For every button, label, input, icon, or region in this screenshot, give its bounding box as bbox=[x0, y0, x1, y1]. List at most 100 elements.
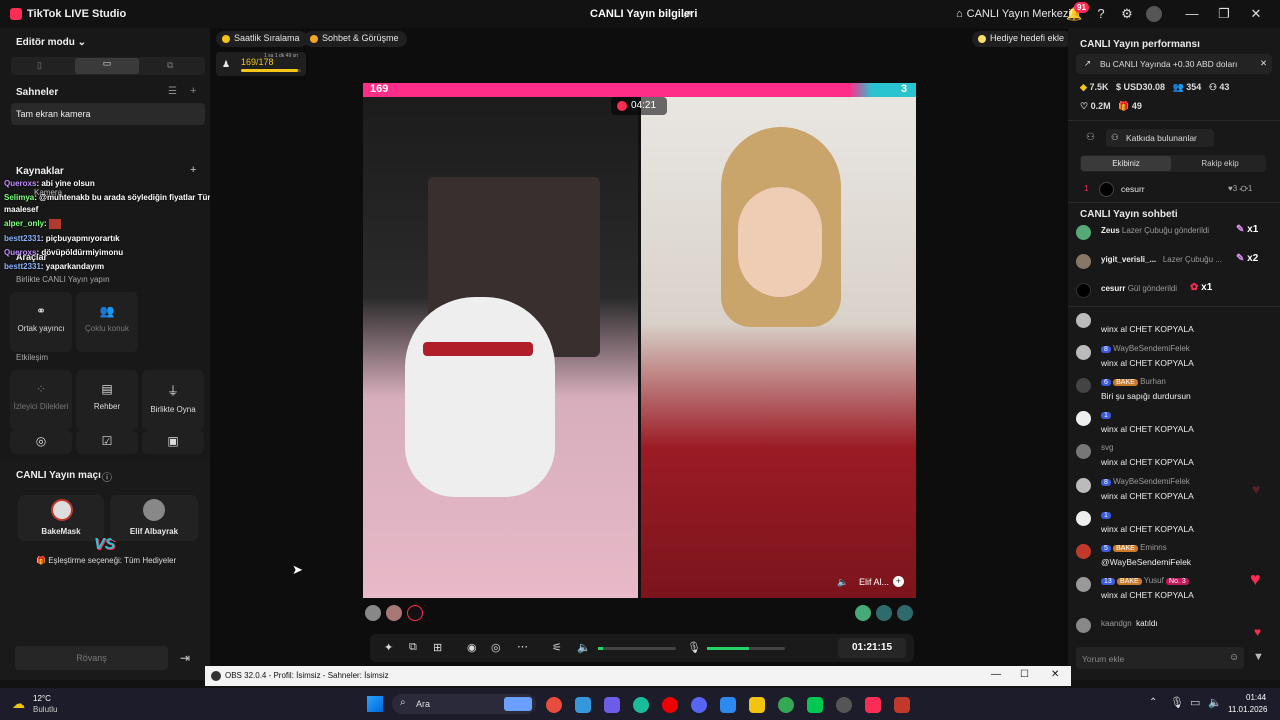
target-tool-button[interactable]: ◎ bbox=[10, 430, 72, 454]
tab-our-team[interactable]: Ekibiniz bbox=[1081, 156, 1171, 171]
speaker-tray-icon[interactable]: 🔈 bbox=[1208, 696, 1222, 709]
help-icon[interactable]: ? bbox=[1093, 6, 1109, 22]
gift-goal-button[interactable]: Hediye hedefi ekle bbox=[972, 31, 1073, 47]
co-host-button[interactable]: ⚭ Ortak yayıncı bbox=[10, 292, 72, 352]
mail-icon[interactable] bbox=[720, 697, 736, 713]
screen-icon[interactable]: ⊞ bbox=[433, 641, 442, 654]
obs-window-titlebar[interactable]: OBS 32.0.4 - Profil: İsimsiz - Sahneler:… bbox=[205, 666, 1071, 686]
discord-icon[interactable] bbox=[691, 697, 707, 713]
filter-icon[interactable]: ▼ bbox=[1253, 651, 1264, 663]
more-icon[interactable]: ⋯ bbox=[517, 640, 528, 653]
hourly-rank-button[interactable]: Saatlik Sıralama bbox=[216, 31, 308, 47]
mic-slider[interactable] bbox=[707, 647, 785, 650]
display-icon[interactable]: ▭ bbox=[1190, 696, 1200, 709]
media-player-icon[interactable] bbox=[894, 697, 910, 713]
landscape-layout-icon[interactable]: ▭ bbox=[75, 58, 139, 74]
guide-button[interactable]: ▤ Rehber bbox=[76, 370, 138, 430]
poll-tool-button[interactable]: ☑ bbox=[76, 430, 138, 454]
minimize-icon[interactable]: — bbox=[1184, 6, 1200, 22]
rival-gifter-avatar[interactable] bbox=[855, 605, 871, 621]
emoji-icon[interactable]: ☺ bbox=[1229, 652, 1239, 663]
chevron-up-icon[interactable]: ⌃ bbox=[1149, 697, 1157, 708]
app-icon[interactable] bbox=[807, 697, 823, 713]
microphone-icon[interactable]: 🎙 bbox=[687, 641, 701, 654]
rematch-button[interactable]: Rövanş bbox=[15, 646, 168, 670]
gear-icon[interactable]: ⚙ bbox=[1119, 6, 1135, 22]
contributors-button[interactable]: ⚇ Katkıda bulunanlar bbox=[1106, 129, 1214, 147]
skull-mask bbox=[405, 297, 555, 497]
top-gifter-avatar[interactable] bbox=[386, 605, 402, 621]
gift-icon: ⛮ bbox=[1239, 184, 1248, 193]
player1-name: BakeMask bbox=[41, 527, 81, 536]
capture-icon[interactable]: ◎ bbox=[491, 641, 501, 654]
magic-wand-icon[interactable]: ✦ bbox=[384, 641, 393, 654]
overlay-chat-line: Queroxs: abi yine olsun bbox=[4, 179, 95, 188]
portrait-layout-icon[interactable]: ▯ bbox=[37, 60, 42, 71]
weather-icon[interactable]: ☁ bbox=[12, 696, 25, 712]
viewer-wishes-button[interactable]: ⁘ İzleyici Dilekleri bbox=[10, 370, 72, 430]
volume-slider[interactable] bbox=[598, 647, 676, 650]
windows-start-icon[interactable] bbox=[367, 696, 383, 712]
multi-guest-button[interactable]: 👥 Çoklu konuk bbox=[76, 292, 138, 352]
play-together-button[interactable]: ⏚ Birlikte Oyna bbox=[142, 370, 204, 430]
teams-icon[interactable] bbox=[604, 697, 620, 713]
store-icon[interactable] bbox=[575, 697, 591, 713]
gift-count-text: x2 bbox=[1247, 253, 1259, 264]
taskbar-search[interactable]: ⌕ Ara bbox=[392, 694, 536, 714]
microphone-tray-icon[interactable]: 🎙 bbox=[1170, 696, 1184, 709]
match-option[interactable]: 🎁 Eşleştirme seçeneği: Tüm Hediyeler bbox=[36, 556, 176, 565]
add-scene-icon[interactable]: + bbox=[190, 85, 196, 97]
scene-item[interactable]: Tam ekran kamera bbox=[11, 103, 205, 125]
chat-text: winx al CHET KOPYALA bbox=[1101, 358, 1194, 368]
group-icon: ⚇ bbox=[1111, 132, 1119, 142]
overlay-chat-line: bestt2331: piçbuyapmıyorartık bbox=[4, 234, 120, 243]
overlay-chat-user: Selimya bbox=[4, 193, 35, 202]
user-edit-icon[interactable]: ⚇ bbox=[1086, 132, 1095, 143]
tiktok-icon[interactable] bbox=[865, 697, 881, 713]
guide-label: Rehber bbox=[93, 402, 121, 411]
maximize-icon[interactable]: ☐ bbox=[1020, 669, 1029, 680]
list-icon[interactable]: ☰ bbox=[168, 86, 177, 97]
folder-icon[interactable] bbox=[749, 697, 765, 713]
rank-hearts: 3 bbox=[1232, 184, 1238, 193]
opera-icon[interactable] bbox=[662, 697, 678, 713]
goal-progress-widget[interactable]: ♟ 169/178 1 sa 1 dk 49 sn bbox=[216, 52, 306, 76]
rotate-layout-icon[interactable]: ⧉ bbox=[167, 60, 173, 71]
rank-user[interactable]: cesurr bbox=[1121, 184, 1145, 194]
minimize-icon[interactable]: — bbox=[991, 669, 1001, 680]
top-gifter-avatar[interactable] bbox=[407, 605, 423, 621]
match-option-label: Eşleştirme seçeneği: Tüm Hediyeler bbox=[48, 556, 177, 565]
live-center-button[interactable]: ⌂ CANLI Yayın Merkezi bbox=[956, 8, 1071, 20]
gift-icon: 🎁 bbox=[1118, 101, 1130, 111]
rival-gifter-avatar[interactable] bbox=[897, 605, 913, 621]
add-guest-icon[interactable]: + bbox=[893, 576, 904, 587]
info-icon[interactable]: ⓘ bbox=[102, 469, 112, 484]
share-icon[interactable]: ⇗ bbox=[682, 7, 692, 21]
exit-icon[interactable]: ⇥ bbox=[180, 651, 190, 665]
player2-avatar bbox=[143, 499, 165, 521]
box-tool-button[interactable]: ▣ bbox=[142, 430, 204, 454]
add-source-icon[interactable]: + bbox=[190, 164, 196, 176]
close-icon[interactable]: ✕ bbox=[1248, 6, 1264, 22]
editor-mode-dropdown[interactable]: Editör modu ⌄ bbox=[16, 37, 86, 48]
volume-icon[interactable]: 🔈 bbox=[577, 641, 591, 654]
rival-gifter-avatar[interactable] bbox=[876, 605, 892, 621]
tab-rival-team[interactable]: Rakip ekip bbox=[1175, 156, 1265, 171]
close-banner-icon[interactable]: ✕ bbox=[1260, 58, 1267, 69]
chrome-icon[interactable] bbox=[546, 697, 562, 713]
divider bbox=[1068, 120, 1280, 121]
settings-sliders-icon[interactable]: ⚟ bbox=[552, 641, 562, 654]
edge-icon[interactable] bbox=[633, 697, 649, 713]
top-gifter-avatar[interactable] bbox=[365, 605, 381, 621]
chrome-alt-icon[interactable] bbox=[778, 697, 794, 713]
chat-message: 13 BAKE Yusuf No. 3 winx al CHET KOPYALA bbox=[1076, 576, 1272, 606]
chat-meet-button[interactable]: Sohbet & Görüşme bbox=[304, 31, 407, 47]
maximize-icon[interactable]: ❐ bbox=[1216, 6, 1232, 22]
record-icon[interactable]: ◉ bbox=[467, 641, 477, 654]
obs-icon[interactable] bbox=[836, 697, 852, 713]
close-icon[interactable]: ✕ bbox=[1051, 669, 1059, 680]
comment-input[interactable]: Yorum ekle bbox=[1076, 647, 1244, 669]
avatar[interactable] bbox=[1146, 6, 1162, 22]
effects-icon[interactable]: ⧉ bbox=[409, 641, 417, 654]
speaker-icon[interactable]: 🔈 bbox=[837, 577, 848, 588]
